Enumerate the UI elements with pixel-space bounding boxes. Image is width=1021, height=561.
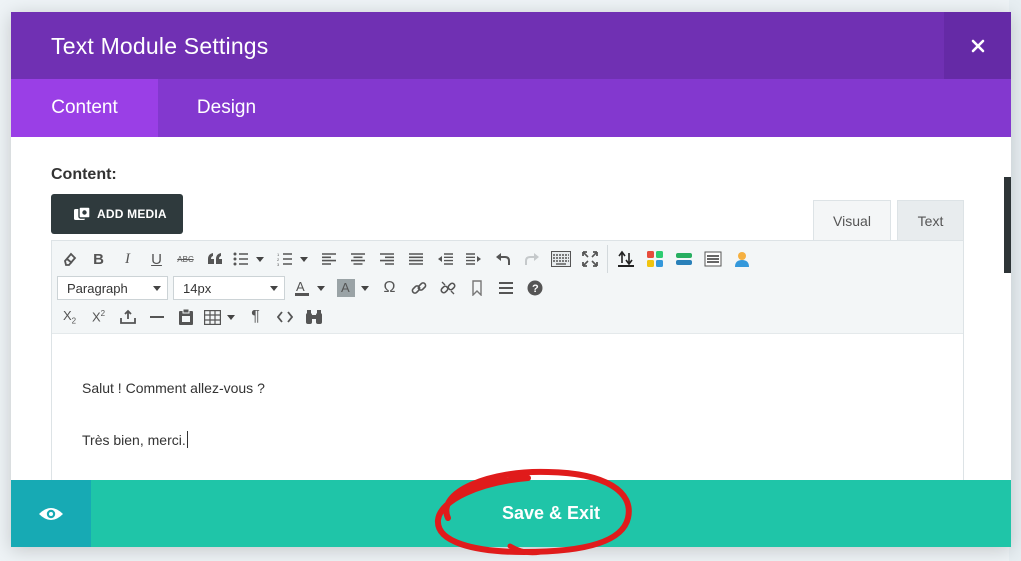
close-button[interactable] bbox=[944, 12, 1011, 79]
paste-icon[interactable] bbox=[171, 304, 200, 330]
align-right-icon[interactable] bbox=[372, 246, 401, 272]
keyboard-icon[interactable] bbox=[546, 246, 575, 272]
indent-icon[interactable] bbox=[430, 246, 459, 272]
tabs-shortcode-icon[interactable] bbox=[698, 246, 727, 272]
svg-text:A: A bbox=[341, 280, 350, 295]
user-shortcode-icon[interactable] bbox=[727, 246, 756, 272]
numbered-list-dropdown[interactable] bbox=[297, 246, 311, 272]
preview-button[interactable] bbox=[11, 480, 91, 547]
bullet-list-dropdown[interactable] bbox=[253, 246, 267, 272]
insert-icon[interactable] bbox=[113, 304, 142, 330]
svg-text:A: A bbox=[296, 279, 305, 294]
redo-icon[interactable] bbox=[517, 246, 546, 272]
omega-icon[interactable]: Ω bbox=[375, 275, 404, 301]
modal-title: Text Module Settings bbox=[51, 33, 269, 59]
chevron-down-icon bbox=[153, 285, 161, 291]
font-size-select-value: 14px bbox=[183, 280, 212, 296]
background-color-dropdown[interactable] bbox=[358, 275, 372, 301]
background-color-icon[interactable]: A bbox=[334, 275, 358, 301]
text-color-dropdown[interactable] bbox=[314, 275, 328, 301]
chevron-down-icon bbox=[270, 285, 278, 291]
media-icon bbox=[74, 206, 91, 220]
table-icon[interactable] bbox=[200, 304, 224, 330]
tab-content[interactable]: Content bbox=[11, 79, 158, 137]
svg-text:3: 3 bbox=[277, 262, 280, 266]
fullscreen-icon[interactable] bbox=[575, 246, 604, 272]
align-left-icon[interactable] bbox=[314, 246, 343, 272]
superscript-icon[interactable]: X2 bbox=[84, 304, 113, 330]
modal-header: Text Module Settings bbox=[11, 12, 1011, 79]
tab-design[interactable]: Design bbox=[158, 79, 295, 137]
toolbar-separator bbox=[607, 245, 608, 273]
content-label: Content: bbox=[51, 166, 117, 183]
bullet-list-icon[interactable] bbox=[229, 246, 253, 272]
underline-icon[interactable]: U bbox=[142, 246, 171, 272]
add-media-button[interactable]: ADD MEDIA bbox=[51, 194, 183, 234]
font-size-select[interactable]: 14px bbox=[173, 276, 285, 300]
editor-tab-text[interactable]: Text bbox=[897, 200, 964, 240]
align-center-icon[interactable] bbox=[343, 246, 372, 272]
justify-icon[interactable] bbox=[401, 246, 430, 272]
editor-tab-visual[interactable]: Visual bbox=[813, 200, 891, 240]
editor-paragraph: Salut ! Comment allez-vous ? bbox=[82, 380, 265, 396]
color-blocks-icon[interactable] bbox=[640, 246, 669, 272]
rich-text-editor: B I U ABC 123 Paragraph 14px A A Ω ? X2 … bbox=[51, 240, 964, 481]
editor-paragraph-text: Très bien, merci. bbox=[82, 432, 186, 448]
save-exit-button[interactable]: Save & Exit bbox=[91, 480, 1011, 547]
help-icon[interactable]: ? bbox=[520, 275, 549, 301]
scrollbar[interactable] bbox=[1004, 177, 1011, 273]
hr-icon[interactable] bbox=[491, 275, 520, 301]
subscript-icon[interactable]: X2 bbox=[55, 304, 84, 330]
numbered-list-icon[interactable]: 123 bbox=[273, 246, 297, 272]
editor-body[interactable]: Salut ! Comment allez-vous ? Très bien, … bbox=[52, 334, 963, 481]
modal-tabs: Content Design bbox=[11, 79, 1011, 137]
italic-icon[interactable]: I bbox=[113, 246, 142, 272]
add-media-label: ADD MEDIA bbox=[97, 207, 167, 221]
svg-text:?: ? bbox=[532, 283, 539, 295]
code-icon[interactable] bbox=[270, 304, 299, 330]
editor-toolbar: B I U ABC 123 Paragraph 14px A A Ω ? X2 … bbox=[52, 241, 963, 334]
format-select[interactable]: Paragraph bbox=[57, 276, 168, 300]
blockquote-icon[interactable] bbox=[200, 246, 229, 272]
bookmark-icon[interactable] bbox=[462, 275, 491, 301]
text-module-settings-modal: Text Module Settings Content Design Cont… bbox=[11, 12, 1011, 547]
close-icon bbox=[971, 39, 984, 52]
modal-footer: Save & Exit bbox=[11, 480, 1011, 547]
strikethrough-icon[interactable]: ABC bbox=[171, 246, 200, 272]
text-color-icon[interactable]: A bbox=[290, 275, 314, 301]
link-icon[interactable] bbox=[404, 275, 433, 301]
table-dropdown[interactable] bbox=[224, 304, 238, 330]
eye-icon bbox=[39, 507, 63, 520]
bold-icon[interactable]: B bbox=[84, 246, 113, 272]
paragraph-icon[interactable]: ¶ bbox=[241, 304, 270, 330]
text-cursor bbox=[186, 431, 188, 448]
sort-arrows-icon[interactable] bbox=[611, 246, 640, 272]
eraser-icon[interactable] bbox=[55, 246, 84, 272]
find-icon[interactable] bbox=[299, 304, 328, 330]
format-select-value: Paragraph bbox=[67, 280, 128, 296]
minus-icon[interactable] bbox=[142, 304, 171, 330]
undo-icon[interactable] bbox=[488, 246, 517, 272]
unlink-icon[interactable] bbox=[433, 275, 462, 301]
editor-paragraph: Très bien, merci. bbox=[82, 431, 933, 482]
divider-icon[interactable] bbox=[669, 246, 698, 272]
outdent-icon[interactable] bbox=[459, 246, 488, 272]
